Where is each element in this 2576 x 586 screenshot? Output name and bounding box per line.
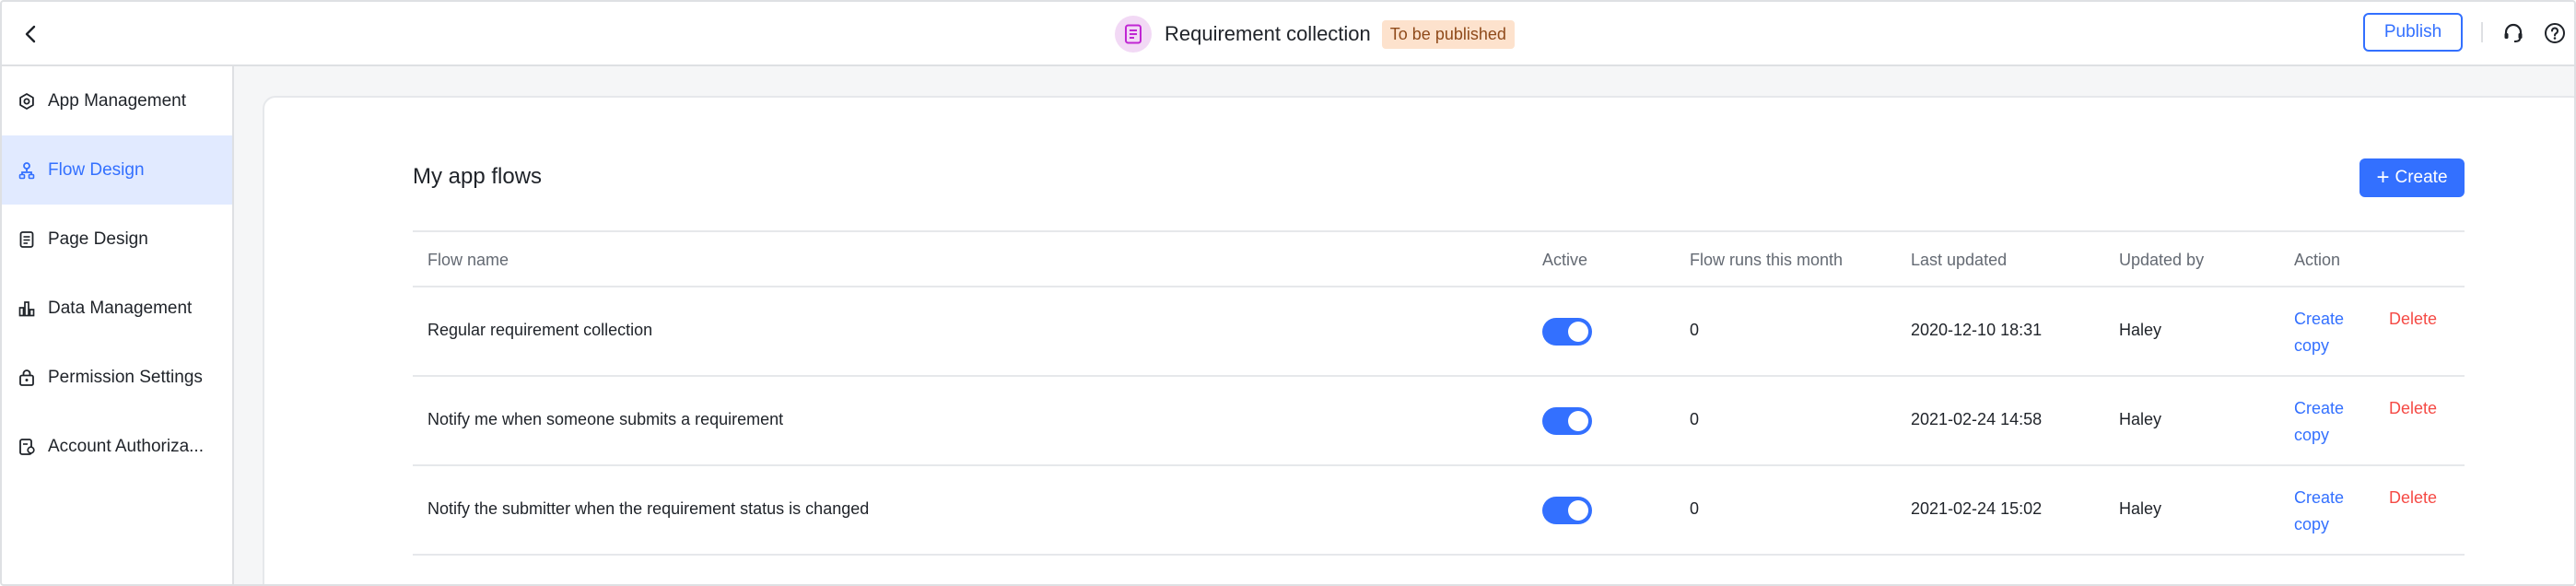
create-flow-button[interactable]: + Create — [2359, 158, 2465, 197]
flows-table: Flow name Active Flow runs this month La… — [413, 230, 2465, 556]
updated-by: Haley — [2119, 410, 2162, 428]
section-title: My app flows — [413, 164, 543, 189]
sidebar-item-data-management[interactable]: Data Management — [2, 274, 232, 343]
create-button-label: Create — [2395, 168, 2448, 187]
sidebar-item-label: Flow Design — [48, 159, 145, 180]
column-header-action: Action — [2294, 251, 2341, 269]
last-updated: 2021-02-24 15:02 — [1911, 499, 2043, 518]
sidebar-item-label: Permission Settings — [48, 367, 203, 387]
sidebar-item-label: Data Management — [48, 298, 193, 318]
flow-name[interactable]: Notify the submitter when the requiremen… — [427, 499, 869, 519]
header-divider — [2481, 22, 2483, 42]
plus-icon: + — [2376, 165, 2390, 190]
active-toggle[interactable] — [1542, 407, 1592, 435]
flow-name[interactable]: Regular requirement collection — [427, 321, 652, 340]
delete-link[interactable]: Delete — [2389, 485, 2437, 511]
sidebar-item-label: Page Design — [48, 229, 148, 249]
flow-name[interactable]: Notify me when someone submits a require… — [427, 410, 783, 429]
active-toggle[interactable] — [1542, 497, 1592, 524]
back-button[interactable] — [15, 18, 48, 51]
table-row[interactable]: Regular requirement collection 0 2020-12… — [413, 287, 2465, 377]
top-header: Requirement collection To be published P… — [2, 2, 2574, 66]
delete-link[interactable]: Delete — [2389, 395, 2437, 422]
create-copy-link[interactable]: Create copy — [2294, 399, 2344, 444]
toggle-knob — [1568, 411, 1588, 431]
sidebar-item-page-design[interactable]: Page Design — [2, 205, 232, 274]
gear-icon — [17, 91, 37, 111]
updated-by: Haley — [2119, 321, 2162, 339]
last-updated: 2021-02-24 14:58 — [1911, 410, 2043, 428]
app-title: Requirement collection — [1165, 22, 1371, 45]
flow-icon — [17, 160, 37, 181]
table-row[interactable]: Notify the submitter when the requiremen… — [413, 466, 2465, 556]
publish-button[interactable]: Publish — [2363, 13, 2463, 52]
account-icon — [17, 437, 37, 457]
column-header-updated-by: Updated by — [2119, 251, 2205, 269]
app-window: Requirement collection To be published P… — [0, 0, 2576, 586]
flow-runs-count: 0 — [1690, 410, 1700, 428]
sidebar-item-account-authorization[interactable]: Account Authoriza... — [2, 412, 232, 481]
toggle-knob — [1568, 500, 1588, 521]
updated-by: Haley — [2119, 499, 2162, 518]
table-header: Flow name Active Flow runs this month La… — [413, 230, 2465, 287]
sidebar: App Management Flow Design Page Design D… — [2, 66, 234, 584]
sidebar-item-flow-design[interactable]: Flow Design — [2, 135, 232, 205]
lock-icon — [17, 368, 37, 388]
page-icon — [17, 229, 37, 250]
sidebar-item-label: Account Authoriza... — [48, 436, 204, 456]
flow-runs-count: 0 — [1690, 499, 1700, 518]
chart-icon — [17, 299, 37, 319]
create-copy-link[interactable]: Create copy — [2294, 488, 2344, 533]
headset-icon[interactable] — [2500, 19, 2527, 47]
sidebar-item-app-management[interactable]: App Management — [2, 66, 232, 135]
column-header-flow-name: Flow name — [427, 251, 509, 269]
create-copy-link[interactable]: Create copy — [2294, 310, 2344, 355]
sidebar-item-label: App Management — [48, 90, 186, 111]
last-updated: 2020-12-10 18:31 — [1911, 321, 2043, 339]
chevron-left-icon — [25, 25, 36, 43]
document-icon — [1115, 16, 1152, 53]
column-header-flow-runs: Flow runs this month — [1690, 251, 1844, 269]
flows-panel: My app flows + Create Flow name Active F… — [263, 96, 2574, 584]
delete-link[interactable]: Delete — [2389, 306, 2437, 333]
column-header-active: Active — [1542, 251, 1588, 269]
app-title-group: Requirement collection To be published — [1115, 13, 1515, 55]
flow-runs-count: 0 — [1690, 321, 1700, 339]
sidebar-item-permission-settings[interactable]: Permission Settings — [2, 343, 232, 412]
toggle-knob — [1568, 322, 1588, 342]
active-toggle[interactable] — [1542, 318, 1592, 346]
help-icon[interactable] — [2541, 19, 2569, 47]
table-row[interactable]: Notify me when someone submits a require… — [413, 377, 2465, 466]
status-badge: To be published — [1381, 19, 1515, 49]
column-header-last-updated: Last updated — [1911, 251, 2008, 269]
